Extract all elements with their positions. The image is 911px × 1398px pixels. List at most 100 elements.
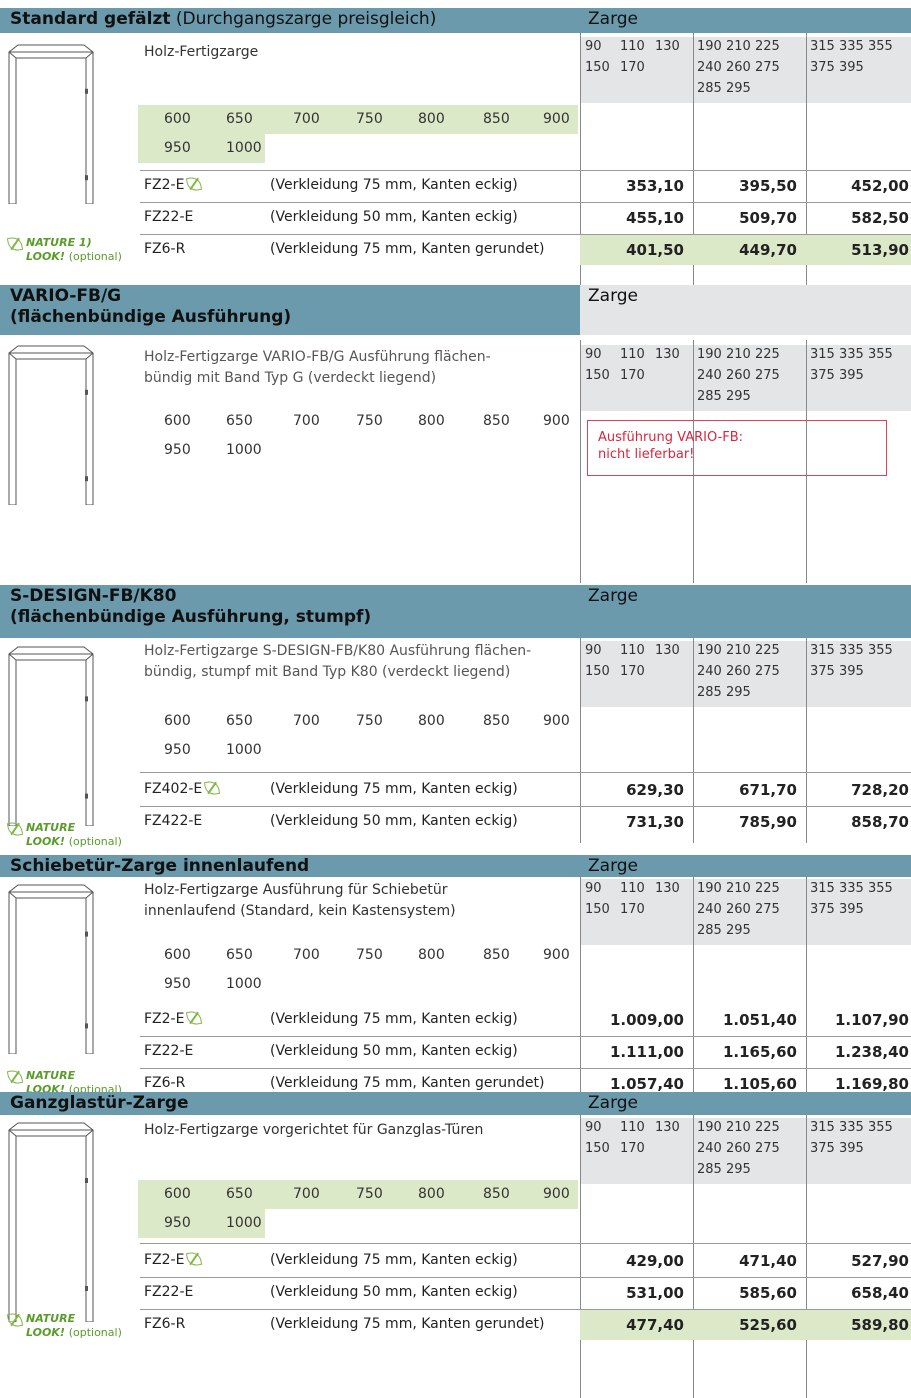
product-row: FZ22-E (Verkleidung 50 mm, Kanten eckig) 1… [0, 1037, 911, 1069]
size-value: 210 [726, 643, 751, 658]
size-value: 315 [810, 1120, 835, 1135]
size-value: 295 [726, 923, 751, 938]
size-values: 375 395 [810, 662, 868, 682]
nature-label: NATURE [26, 821, 76, 834]
size-values: 375 395 [810, 58, 868, 78]
product-row: FZ2-E (Verkleidung 75 mm, Kanten eckig) 1.… [0, 1005, 911, 1037]
size-value: 315 [810, 881, 835, 896]
size-value: 130 [655, 347, 680, 362]
size-value: 170 [620, 664, 645, 679]
size-value: 210 [726, 347, 751, 362]
product-code: FZ402-E [144, 779, 221, 797]
size-value: 335 [839, 1120, 864, 1135]
section-title: Standard gefälzt (Durchgangszarge preisg… [10, 9, 436, 30]
section-title-text: Ganzglastür-Zarge [10, 1093, 189, 1113]
size-value: 285 [697, 685, 722, 700]
width-value: 850 [483, 413, 510, 429]
price-col1: 429,00 [626, 1252, 684, 1270]
width-values: 600 650 700 750 800 850 900 950 1000 [138, 407, 578, 465]
size-value: 170 [620, 902, 645, 917]
price-col2: 585,60 [739, 1284, 797, 1302]
width-value: 900 [543, 1186, 570, 1202]
width-value: 650 [226, 413, 253, 429]
size-value: 150 [585, 1141, 610, 1156]
leaf-icon [6, 820, 24, 838]
width-row: 950 1000 [138, 970, 265, 999]
size-value: 90 [585, 643, 602, 658]
product-code: FZ2-E [144, 1250, 203, 1268]
nature-label2: LOOK! [26, 1326, 69, 1339]
product-note: (Verkleidung 75 mm, Kanten gerundet) [270, 1075, 545, 1091]
size-value: 285 [697, 1162, 722, 1177]
size-value: 260 [726, 902, 751, 917]
nature-label2: LOOK! [26, 835, 69, 848]
section-title: S-DESIGN-FB/K80 (flächenbündige Ausführun… [10, 586, 371, 628]
price-col1: 731,30 [626, 813, 684, 831]
size-value: 260 [726, 368, 751, 383]
section-subtitle: (Durchgangszarge preisgleich) [170, 9, 437, 29]
zarge-label: Zarge [588, 286, 639, 306]
size-value: 150 [585, 368, 610, 383]
size-value: 275 [755, 902, 780, 917]
size-value: 395 [839, 368, 864, 383]
price-col1: 1.009,00 [609, 1011, 684, 1029]
width-value: 700 [293, 947, 320, 963]
size-value: 210 [726, 1120, 751, 1135]
product-note: (Verkleidung 50 mm, Kanten eckig) [270, 1284, 518, 1300]
width-value: 1000 [226, 442, 262, 458]
size-values: 315 335 355 [810, 37, 897, 57]
size-values: 240 260 275 [697, 366, 784, 386]
description-line: bündig, stumpf mit Band Typ K80 (verdeck… [144, 664, 511, 680]
nature-look-badge: NATURE LOOK! (optional) [6, 820, 122, 848]
size-value: 275 [755, 1141, 780, 1156]
size-value: 110 [620, 39, 645, 54]
section-header: Schiebetür-Zarge innenlaufend Zarge [0, 855, 911, 877]
size-value: 240 [697, 664, 722, 679]
size-value: 315 [810, 347, 835, 362]
price-col2: 671,70 [739, 781, 797, 799]
width-value: 950 [164, 442, 191, 458]
width-value: 800 [418, 713, 445, 729]
row-divider [140, 772, 911, 773]
price-col2: 1.165,60 [722, 1043, 797, 1061]
size-values: 90 110 130 [585, 37, 690, 57]
price-col3: 658,40 [851, 1284, 909, 1302]
price-col2: 1.051,40 [722, 1011, 797, 1029]
size-values: 190 210 225 [697, 345, 784, 365]
width-value: 850 [483, 713, 510, 729]
size-values: 240 260 275 [697, 58, 784, 78]
leaf-icon [186, 1009, 203, 1027]
size-values: 375 395 [810, 366, 868, 386]
width-value: 700 [293, 713, 320, 729]
size-value: 210 [726, 881, 751, 896]
width-row: 600 650 700 750 800 850 900 [138, 105, 578, 134]
width-value: 600 [164, 713, 191, 729]
width-value: 1000 [226, 140, 262, 156]
not-available-notice: Ausführung VARIO-FB: nicht lieferbar! [587, 420, 887, 476]
size-value: 260 [726, 60, 751, 75]
width-value: 600 [164, 1186, 191, 1202]
product-note: (Verkleidung 75 mm, Kanten eckig) [270, 1011, 518, 1027]
size-value: 110 [620, 1120, 645, 1135]
size-values: 90 110 130 [585, 879, 690, 899]
price-col2: 525,60 [739, 1316, 797, 1334]
size-values: 90 110 130 [585, 641, 690, 661]
price-col1: 629,30 [626, 781, 684, 799]
size-value: 225 [755, 39, 780, 54]
section-header: Ganzglastür-Zarge Zarge [0, 1092, 911, 1115]
section-title-text: VARIO-FB/G [10, 286, 122, 306]
size-value: 375 [810, 60, 835, 75]
size-value: 170 [620, 60, 645, 75]
section-title: Schiebetür-Zarge innenlaufend [10, 856, 309, 877]
size-value: 295 [726, 389, 751, 404]
size-value: 240 [697, 368, 722, 383]
size-values: 150 170 [585, 366, 655, 386]
size-values: 315 335 355 [810, 345, 897, 365]
width-value: 600 [164, 111, 191, 127]
size-value: 275 [755, 368, 780, 383]
size-value: 90 [585, 39, 602, 54]
width-value: 950 [164, 140, 191, 156]
size-value: 190 [697, 347, 722, 362]
size-value: 130 [655, 1120, 680, 1135]
width-value: 750 [356, 713, 383, 729]
